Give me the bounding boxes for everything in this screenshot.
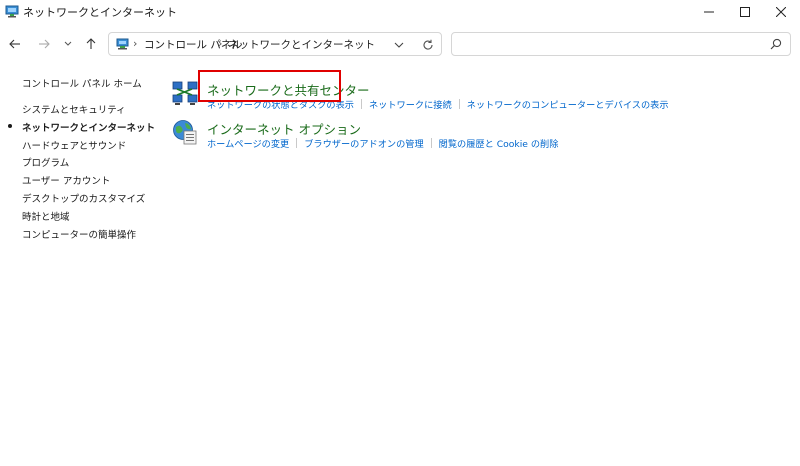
sidebar-home-link[interactable]: コントロール パネル ホーム	[22, 76, 142, 90]
title-bar: ネットワークとインターネット	[0, 0, 800, 24]
link-separator	[296, 138, 298, 148]
chevron-down-icon	[394, 42, 404, 48]
breadcrumb-network-internet[interactable]: ネットワークとインターネット	[228, 37, 375, 52]
minimize-icon	[704, 11, 714, 13]
chevron-right-icon[interactable]: ›	[218, 37, 222, 50]
sidebar-item-ease-of-access[interactable]: コンピューターの簡単操作	[22, 227, 136, 241]
forward-button[interactable]	[34, 33, 54, 55]
maximize-button[interactable]	[727, 0, 763, 24]
internet-options-links: ホームページの変更 ブラウザーのアドオンの管理 閲覧の履歴と Cookie の削…	[207, 136, 558, 150]
refresh-icon	[423, 39, 433, 50]
chevron-down-icon	[64, 41, 72, 46]
manage-addons-link[interactable]: ブラウザーのアドオンの管理	[304, 136, 423, 150]
close-button[interactable]	[763, 0, 799, 24]
search-input[interactable]	[458, 36, 762, 54]
link-separator	[430, 138, 432, 148]
address-bar[interactable]: › コントロール パネル › ネットワークとインターネット	[108, 32, 442, 56]
recent-locations-button[interactable]	[60, 33, 76, 55]
window-title: ネットワークとインターネット	[23, 6, 177, 19]
close-icon	[776, 7, 786, 17]
link-separator	[458, 99, 460, 109]
active-indicator-icon	[8, 124, 12, 128]
sidebar-item-user-accounts[interactable]: ユーザー アカウント	[22, 173, 110, 187]
delete-history-cookies-link[interactable]: 閲覧の履歴と Cookie の削除	[439, 136, 559, 150]
highlight-annotation-box	[198, 70, 341, 102]
view-network-devices-link[interactable]: ネットワークのコンピューターとデバイスの表示	[467, 97, 669, 111]
internet-options-icon	[173, 120, 197, 145]
search-box[interactable]	[451, 32, 791, 56]
sidebar-item-appearance[interactable]: デスクトップのカスタマイズ	[22, 191, 145, 205]
change-home-page-link[interactable]: ホームページの変更	[207, 136, 289, 150]
address-dropdown-button[interactable]	[391, 38, 407, 52]
sidebar-item-system-security[interactable]: システムとセキュリティ	[22, 102, 126, 116]
network-sharing-icon	[172, 81, 198, 105]
minimize-button[interactable]	[691, 0, 727, 24]
up-button[interactable]	[81, 33, 101, 55]
arrow-left-icon	[9, 39, 20, 49]
back-button[interactable]	[5, 33, 25, 55]
arrow-up-icon	[86, 38, 96, 49]
arrow-right-icon	[39, 39, 50, 49]
maximize-icon	[740, 7, 750, 17]
chevron-right-icon[interactable]: ›	[133, 37, 137, 50]
navigation-bar: › コントロール パネル › ネットワークとインターネット	[0, 28, 800, 60]
control-panel-icon	[116, 38, 129, 50]
connect-to-network-link[interactable]: ネットワークに接続	[369, 97, 452, 111]
sidebar-item-clock-region[interactable]: 時計と地域	[22, 209, 70, 223]
control-panel-icon	[5, 5, 19, 18]
sidebar-item-programs[interactable]: プログラム	[22, 155, 69, 169]
refresh-button[interactable]	[419, 36, 437, 53]
sidebar-item-network-internet[interactable]: ネットワークとインターネット	[22, 120, 155, 134]
link-separator	[361, 99, 362, 109]
search-icon[interactable]	[770, 38, 782, 50]
sidebar-item-hardware-sound[interactable]: ハードウェアとサウンド	[22, 138, 126, 152]
